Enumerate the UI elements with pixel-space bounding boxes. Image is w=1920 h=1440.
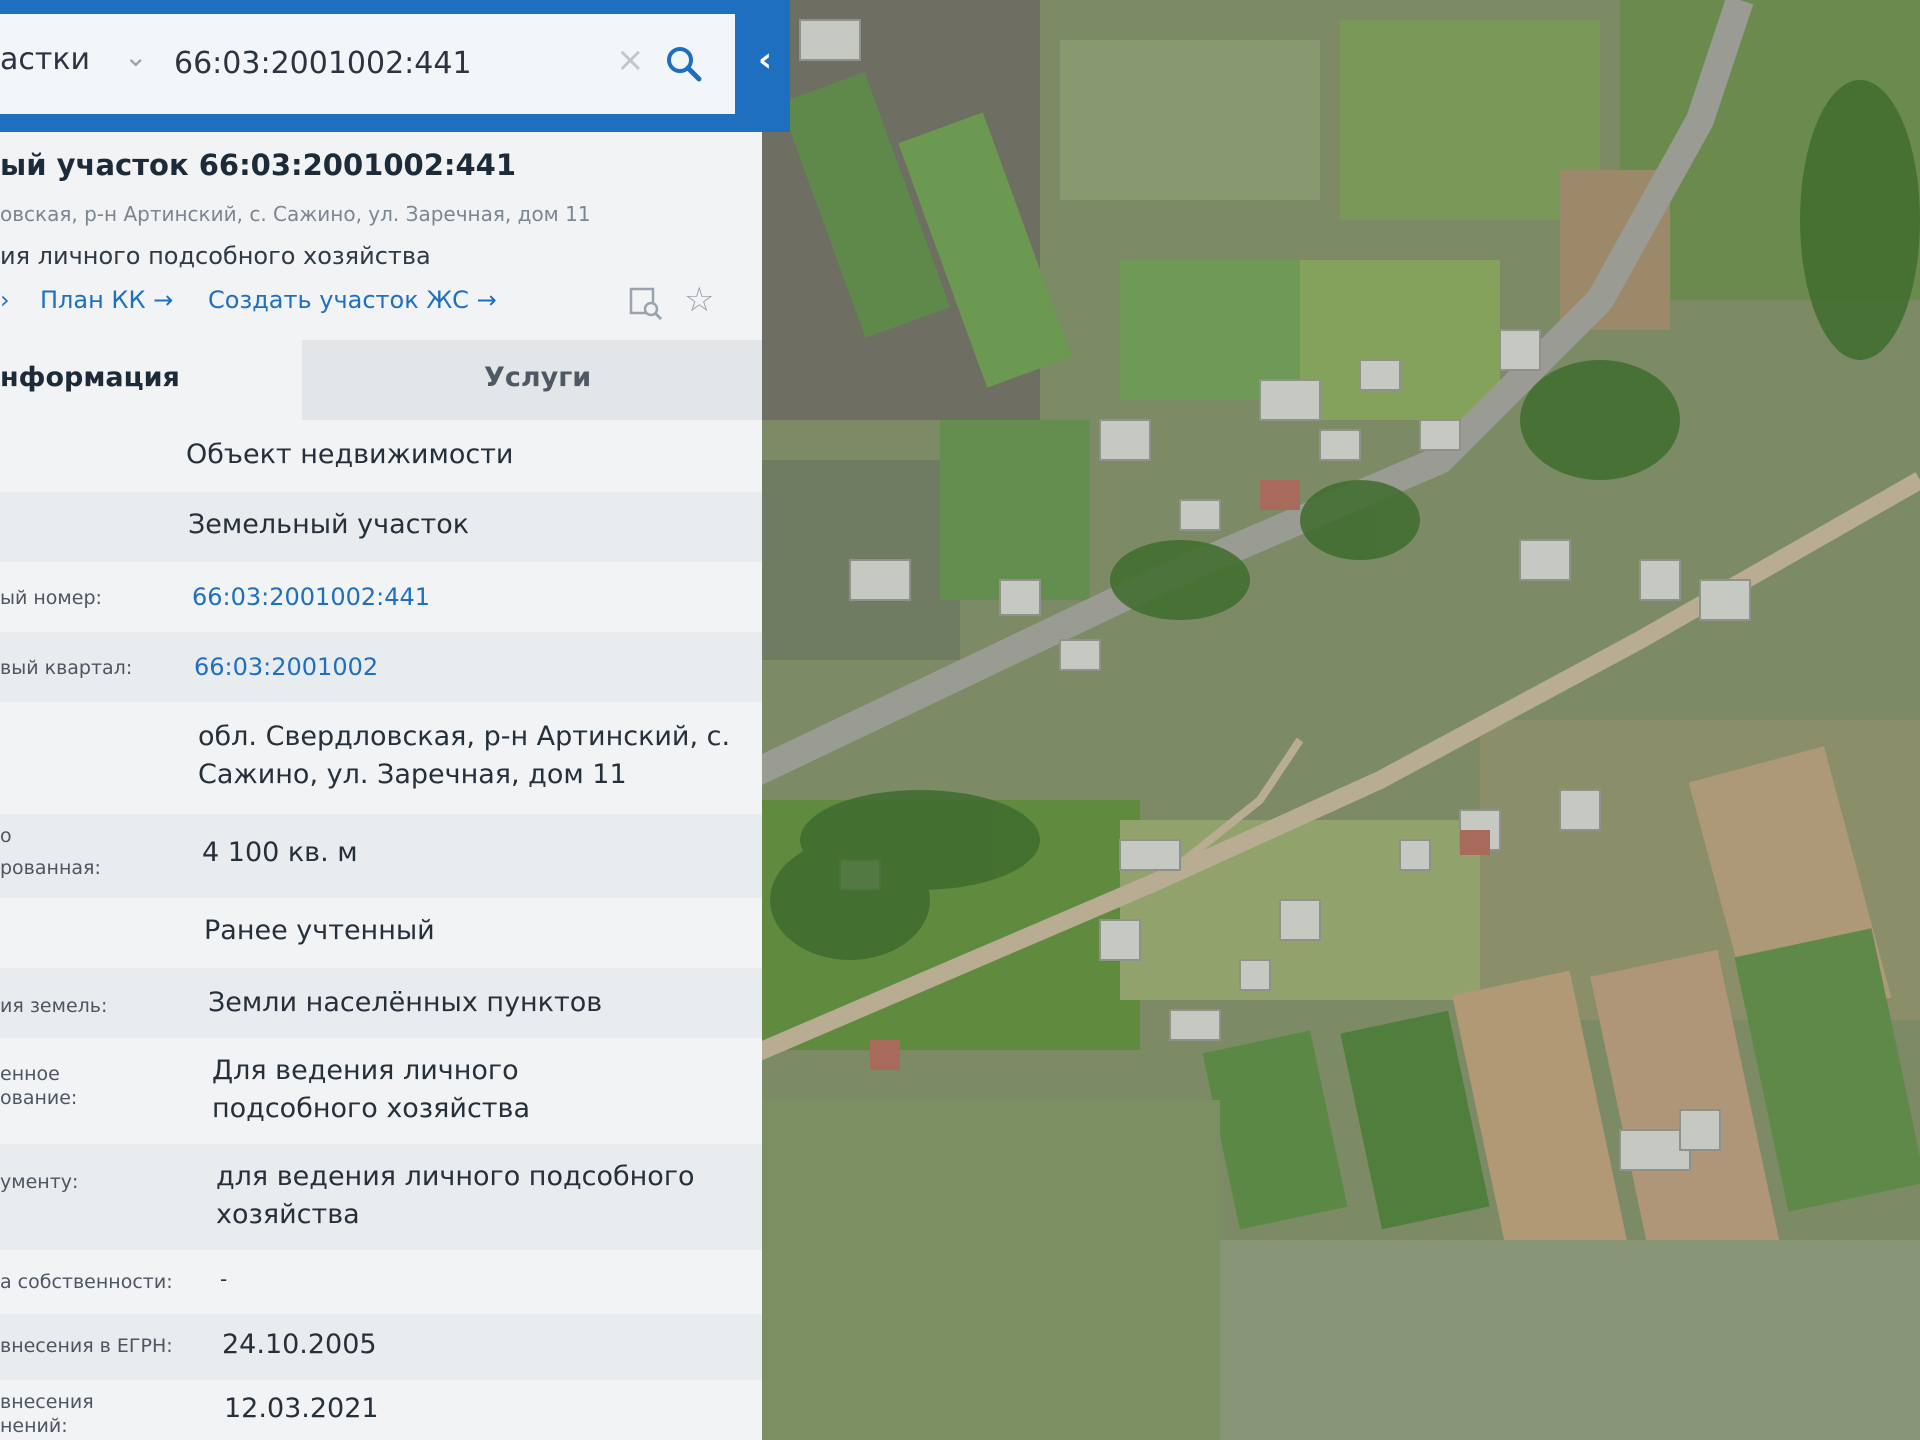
row-value: 24.10.2005 <box>222 1329 377 1360</box>
clear-icon[interactable]: × <box>616 40 645 80</box>
info-row-cadastral-quarter: вый квартал: 66:03:2001002 <box>0 632 762 702</box>
row-label: внесения <box>0 1391 94 1413</box>
search-bar: астки ⌄ × ‹ <box>0 0 790 132</box>
tab-information[interactable]: нформация <box>0 340 302 420</box>
row-value: Для ведения личного подсобного хозяйства <box>212 1055 530 1124</box>
search-category-select[interactable]: астки <box>0 42 90 77</box>
row-label: ия земель: <box>0 995 108 1017</box>
tab-services-label: Услуги <box>484 362 592 393</box>
tab-bar: нформация Услуги <box>0 340 762 420</box>
info-row-address: обл. Свердловская, р-н Артинский, с. Саж… <box>0 702 762 814</box>
row-value: Земли населённых пунктов <box>208 987 603 1018</box>
row-label: а собственности: <box>0 1271 173 1293</box>
info-row-status: Ранее учтенный <box>0 898 762 968</box>
info-row-permitted-use: енное ование: Для ведения личного подсоб… <box>0 1038 762 1144</box>
object-info-panel: ый участок 66:03:2001002:441 овская, р-н… <box>0 132 762 1440</box>
info-row-object-type: Объект недвижимости <box>0 420 762 492</box>
satellite-map[interactable] <box>740 0 1920 1440</box>
leading-link-arrow[interactable]: › <box>0 286 10 314</box>
object-title: ый участок 66:03:2001002:441 <box>0 148 517 182</box>
row-value: обл. Свердловская, р-н Артинский, с. Саж… <box>198 721 731 790</box>
row-value: - <box>220 1267 228 1291</box>
row-label: ументу: <box>0 1171 79 1193</box>
tab-information-label: нформация <box>0 362 180 393</box>
show-on-map-icon[interactable] <box>628 286 664 322</box>
satellite-imagery <box>740 0 1920 1440</box>
collapse-panel-icon[interactable]: ‹ <box>758 40 772 80</box>
info-row-land-category: ия земель: Земли населённых пунктов <box>0 968 762 1038</box>
info-row-use-by-document: ументу: для ведения личного подсобного х… <box>0 1144 762 1250</box>
search-icon[interactable] <box>664 44 704 84</box>
row-label: нений: <box>0 1415 68 1437</box>
row-label: внесения в ЕГРН: <box>0 1335 173 1357</box>
cadastral-quarter-link[interactable]: 66:03:2001002 <box>194 648 378 686</box>
info-row-ownership-form: а собственности: - <box>0 1250 762 1314</box>
info-row-area: о рованная: 4 100 кв. м <box>0 814 762 898</box>
row-label: рованная: <box>0 857 101 879</box>
info-row-registration-date: внесения в ЕГРН: 24.10.2005 <box>0 1314 762 1380</box>
row-value: Объект недвижимости <box>186 439 514 470</box>
info-row-cadastral-number: ый номер: 66:03:2001002:441 <box>0 562 762 632</box>
action-links: › План КК → Создать участок ЖС → ☆ <box>0 280 740 326</box>
info-row-kind: Земельный участок <box>0 492 762 562</box>
row-label: енное <box>0 1063 60 1085</box>
row-label: ование: <box>0 1087 78 1109</box>
row-value: Ранее учтенный <box>204 915 435 946</box>
row-label: о <box>0 825 12 847</box>
row-value: 4 100 кв. м <box>202 837 358 868</box>
object-purpose-subtitle: ия личного подсобного хозяйства <box>0 242 431 270</box>
row-label: ый номер: <box>0 587 102 609</box>
create-plot-link[interactable]: Создать участок ЖС → <box>208 286 497 314</box>
cadastral-number-link[interactable]: 66:03:2001002:441 <box>192 578 430 616</box>
row-label: вый квартал: <box>0 657 133 679</box>
plan-kk-link[interactable]: План КК → <box>40 286 173 314</box>
row-value: 12.03.2021 <box>224 1393 379 1424</box>
search-box: астки ⌄ × <box>0 14 735 114</box>
chevron-down-icon[interactable]: ⌄ <box>124 40 147 73</box>
star-icon[interactable]: ☆ <box>684 280 714 320</box>
search-input[interactable] <box>174 38 594 88</box>
object-address-subtitle: овская, р-н Артинский, с. Сажино, ул. За… <box>0 202 591 226</box>
row-value: Земельный участок <box>188 509 470 540</box>
tab-services[interactable]: Услуги <box>302 340 762 420</box>
info-row-change-date: внесения нений: 12.03.2021 <box>0 1380 762 1440</box>
row-value: для ведения личного подсобного хозяйства <box>216 1161 695 1230</box>
